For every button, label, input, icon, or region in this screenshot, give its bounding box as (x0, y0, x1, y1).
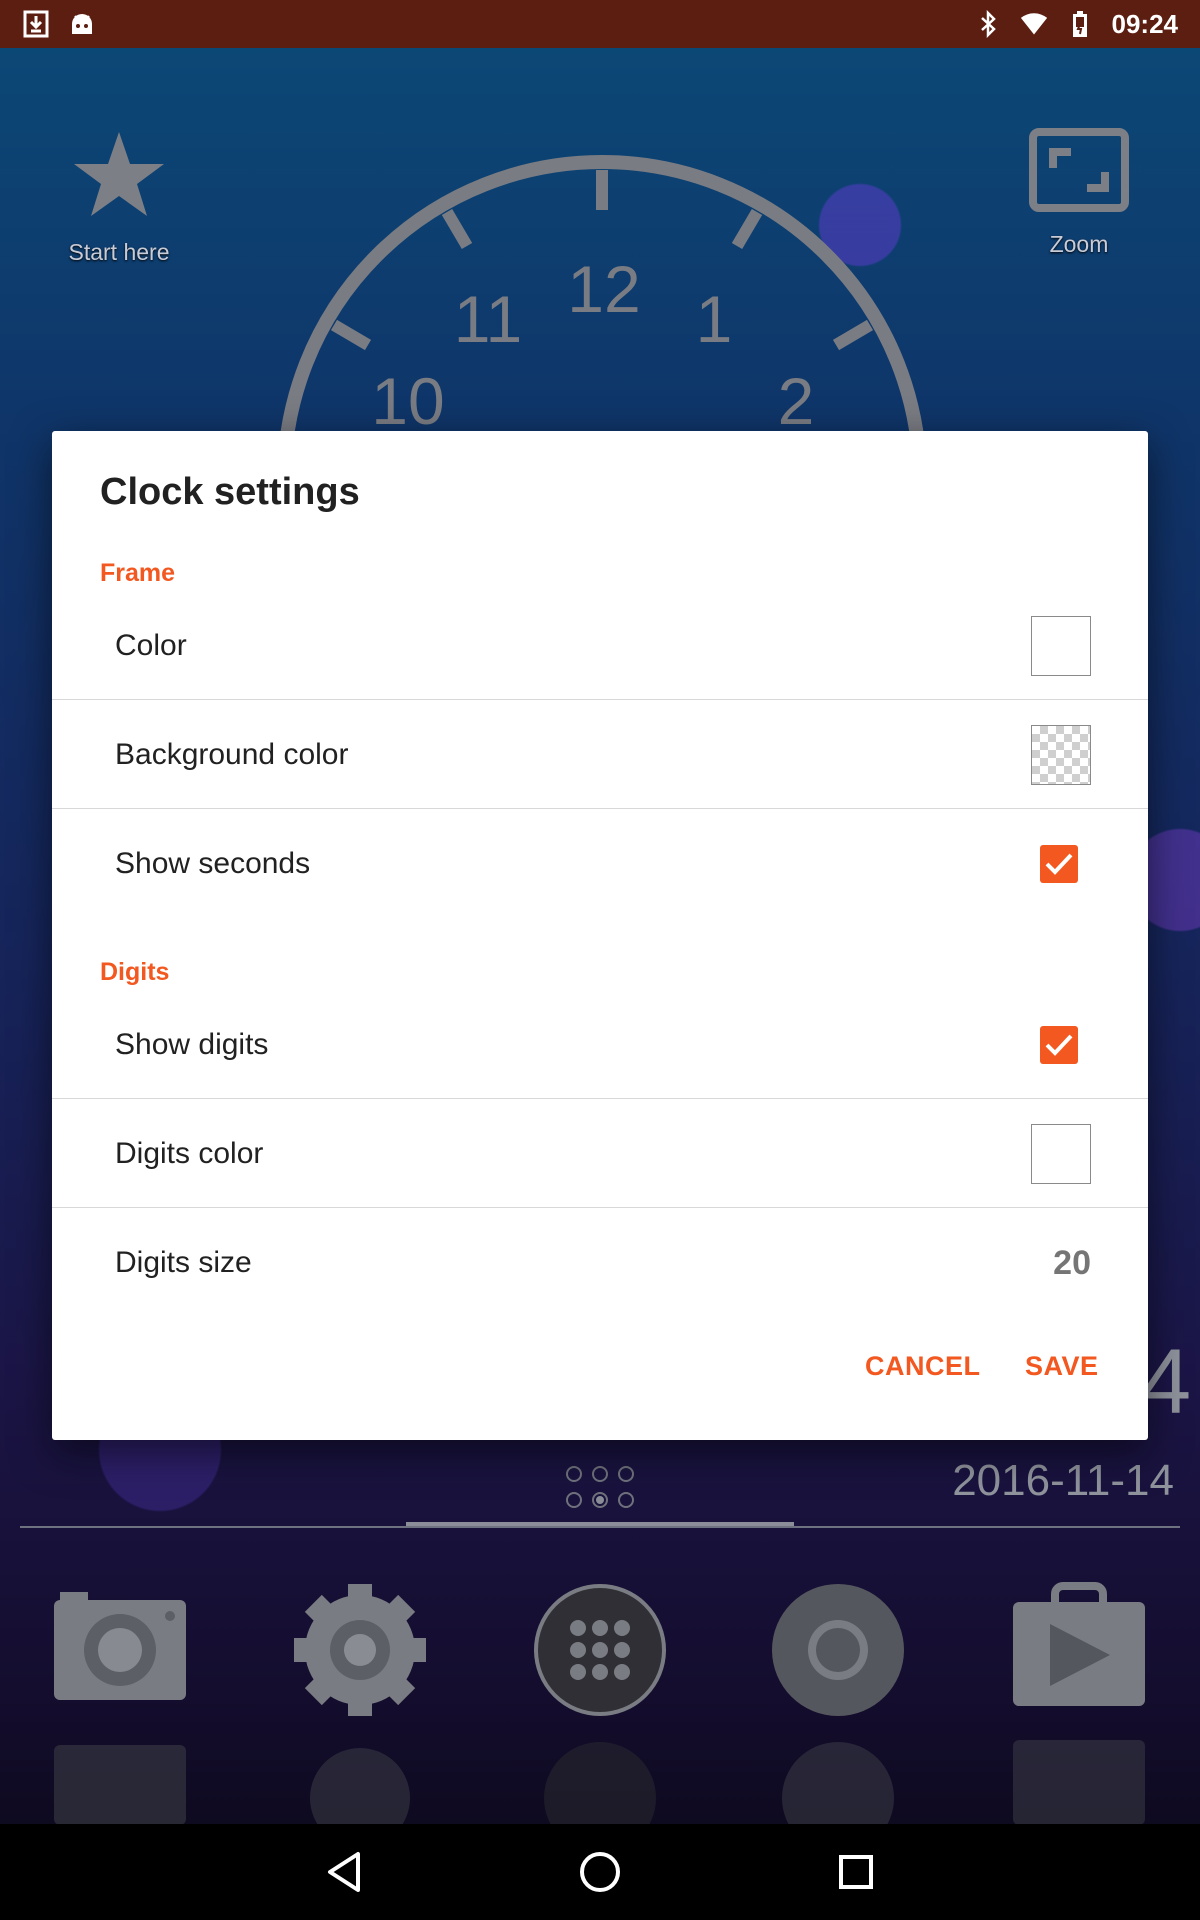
pref-label: Digits size (115, 1246, 252, 1279)
wifi-icon (1020, 10, 1048, 38)
cancel-button[interactable]: CANCEL (865, 1351, 981, 1382)
pref-label: Show digits (115, 1027, 269, 1061)
pref-label: Background color (115, 737, 349, 771)
color-swatch-white[interactable] (1031, 1123, 1091, 1184)
clock-settings-dialog: Clock settings Frame Color Background co… (52, 431, 1148, 1440)
pref-label: Show seconds (115, 847, 311, 880)
battery-icon (1066, 10, 1094, 38)
pref-label: Digits color (115, 1136, 264, 1170)
recents-icon[interactable] (828, 1844, 884, 1900)
color-swatch-transparent[interactable] (1031, 724, 1091, 785)
status-time: 09:24 (1111, 8, 1179, 39)
section-header-digits: Digits (100, 958, 170, 986)
dialog-title: Clock settings (100, 471, 360, 513)
color-swatch-white[interactable] (1031, 615, 1091, 676)
back-icon[interactable] (316, 1844, 372, 1900)
pref-label: Color (115, 628, 187, 662)
digits-size-value: 20 (1053, 1243, 1091, 1282)
download-icon (22, 10, 50, 38)
bluetooth-icon (974, 10, 1002, 38)
save-button[interactable]: SAVE (1025, 1351, 1099, 1382)
show-digits-checkbox[interactable] (1040, 1025, 1078, 1064)
pref-frame-color[interactable]: Color (52, 592, 1148, 700)
pref-digits-size[interactable]: Digits size 20 (52, 1209, 1148, 1317)
section-header-frame: Frame (100, 559, 176, 587)
pref-digits-color[interactable]: Digits color (52, 1100, 1148, 1208)
check-icon (1045, 1034, 1073, 1056)
pref-show-seconds[interactable]: Show seconds (52, 810, 1148, 918)
navigation-bar (0, 1824, 1200, 1920)
android-icon (68, 10, 96, 38)
show-seconds-checkbox[interactable] (1040, 845, 1078, 883)
status-bar: 09:24 (0, 0, 1200, 48)
pref-show-digits[interactable]: Show digits (52, 991, 1148, 1099)
check-icon (1045, 853, 1073, 875)
home-icon[interactable] (572, 1844, 628, 1900)
pref-background-color[interactable]: Background color (52, 701, 1148, 809)
